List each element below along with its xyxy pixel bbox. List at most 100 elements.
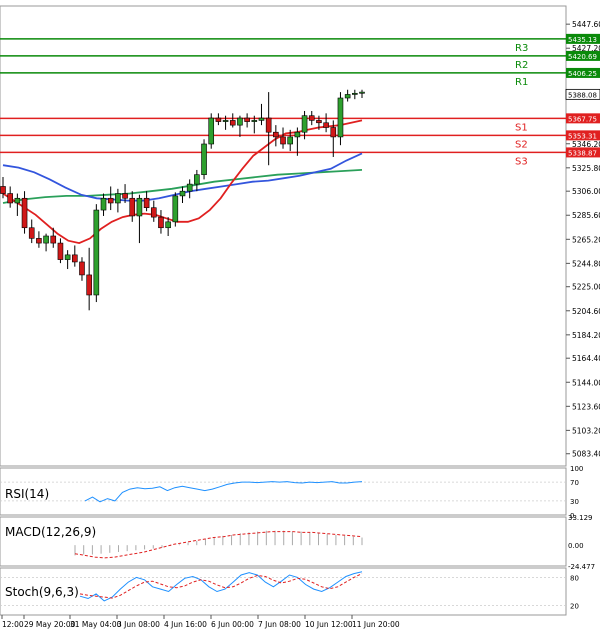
x-tick-label: 10 Jun 12:00 [305, 620, 353, 629]
candle-body [287, 136, 294, 145]
y-tick-label: 5083.40 [572, 450, 600, 459]
x-tick-label: 7 Jun 08:00 [258, 620, 301, 629]
x-tick-label: 3 Jun 08:00 [117, 620, 160, 629]
y-tick-label: 5164.40 [572, 354, 600, 363]
chart-root: 5447.605427.205406.805388.085367.755346.… [0, 0, 600, 632]
level-price-label: 5420.69 [568, 53, 597, 61]
stoch-panel: Stoch(9,6,3) 80 20 [0, 567, 579, 616]
macd-label: MACD(12,26,9) [5, 525, 96, 539]
macd-panel: MACD(12,26,9) 33.129 0.00 -24.477 [0, 514, 595, 571]
current-price-label: 5388.08 [568, 91, 597, 99]
candle-body [222, 120, 229, 122]
candle-body [344, 94, 351, 99]
candle-body [165, 221, 171, 229]
candle-body [237, 117, 243, 126]
y-tick-label: 5225.00 [572, 283, 600, 292]
level-name-s1: S1 [515, 122, 528, 133]
candle-body [194, 174, 200, 185]
candle-body [57, 242, 64, 260]
candle-body [136, 197, 143, 217]
candle-body [64, 254, 71, 260]
candle-body [244, 117, 250, 122]
candle-body [172, 195, 179, 223]
level-price-label: 5338.87 [568, 149, 597, 157]
y-tick-label: 5285.60 [572, 211, 600, 220]
candle-body [107, 197, 114, 204]
candle-body [36, 238, 42, 244]
level-name-s2: S2 [515, 139, 528, 150]
candle-body [323, 122, 329, 128]
y-tick-label: 5447.60 [572, 20, 600, 29]
level-price-label: 5367.75 [568, 115, 597, 123]
x-tick-label: 31 May 04:00 [70, 620, 122, 629]
rsi-panel: RSI(14) 10070300 [0, 465, 583, 520]
candle-body [280, 136, 286, 145]
candle-body [21, 197, 28, 229]
x-tick-label: 6 Jun 00:00 [211, 620, 254, 629]
candle-body [50, 235, 57, 244]
level-name-r3: R3 [515, 43, 528, 54]
candle-body [179, 190, 186, 197]
candle-body [143, 197, 150, 208]
candle-body [273, 131, 279, 138]
candle-body [330, 127, 337, 138]
candle-body [186, 183, 193, 192]
candle-body [294, 131, 301, 138]
macd-tick-label: -24.477 [568, 563, 595, 571]
candle-body [79, 261, 85, 276]
candle-body [100, 197, 107, 211]
candle-body [14, 197, 21, 204]
x-tick-label: 12:00 [2, 620, 24, 629]
candle-body [115, 193, 121, 204]
stoch-tick-label: 20 [570, 603, 579, 611]
y-tick-label: 5123.60 [572, 402, 600, 411]
y-tick-label: 5325.80 [572, 164, 600, 173]
y-tick-label: 5103.20 [572, 426, 600, 435]
y-tick-label: 5204.60 [572, 307, 600, 316]
y-tick-label: 5265.20 [572, 235, 600, 244]
level-name-r1: R1 [515, 77, 528, 88]
chart-svg: 5447.605427.205406.805388.085367.755346.… [0, 0, 600, 632]
candle-body [316, 120, 322, 124]
candle-body [129, 197, 136, 217]
candle-body [93, 209, 100, 296]
candle-body [201, 143, 207, 175]
level-price-label: 5406.25 [568, 70, 597, 78]
rsi-label: RSI(14) [5, 487, 49, 501]
candle-body [43, 235, 49, 244]
stoch-label: Stoch(9,6,3) [5, 585, 79, 599]
candle-body [301, 115, 308, 133]
candle-body [215, 117, 222, 122]
candle-body [265, 117, 272, 133]
candle-body [258, 117, 265, 121]
level-name-r2: R2 [515, 60, 528, 71]
rsi-tick-label: 30 [570, 498, 579, 506]
y-tick-label: 5184.20 [572, 331, 600, 340]
level-price-label: 5353.31 [568, 132, 597, 140]
candle-body [86, 274, 92, 296]
macd-tick-label: 33.129 [568, 514, 593, 522]
candle-body [28, 227, 35, 239]
candle-body [229, 120, 236, 126]
rsi-tick-label: 70 [570, 479, 579, 487]
level-name-s3: S3 [515, 156, 528, 167]
macd-tick-label: 0.00 [568, 542, 584, 550]
candle-body [337, 97, 344, 138]
candle-body [7, 193, 13, 204]
x-tick-label: 4 Jun 16:00 [164, 620, 207, 629]
x-tick-label: 11 Jun 20:00 [352, 620, 400, 629]
candle-body [251, 120, 258, 122]
candle-body [208, 117, 215, 145]
candle-body [352, 92, 358, 95]
y-tick-label: 5306.00 [572, 187, 600, 196]
y-tick-label: 5244.80 [572, 259, 600, 268]
candle-body [72, 254, 78, 263]
candle-body [308, 115, 315, 121]
candle-body [359, 91, 365, 94]
candle-body [0, 186, 6, 194]
level-price-label: 5435.13 [568, 36, 597, 44]
candle-body [158, 216, 164, 229]
y-tick-label: 5144.00 [572, 378, 600, 387]
candle-body [122, 193, 128, 199]
rsi-tick-label: 100 [570, 465, 583, 473]
